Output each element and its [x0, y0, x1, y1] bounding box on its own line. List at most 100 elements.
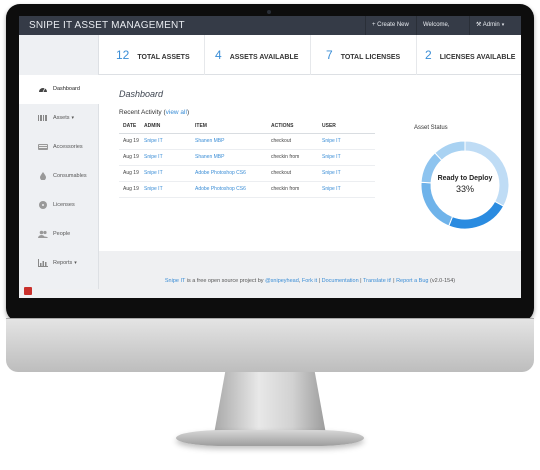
- create-new-label: + Create New: [372, 22, 409, 28]
- column-header-user[interactable]: USER: [322, 119, 375, 134]
- table-header-row: DATE ADMIN ITEM ACTIONS USER: [119, 119, 375, 134]
- keyboard-icon: [38, 144, 48, 150]
- sidebar-item-assets[interactable]: Assets ▾: [19, 104, 99, 133]
- cell-date: Aug 19: [119, 133, 144, 150]
- monitor-mockup: SNIPE IT ASSET MANAGEMENT + Create New▾ …: [0, 0, 540, 470]
- donut-center-label: Ready to Deploy 33%: [419, 175, 511, 194]
- stat-label: TOTAL ASSETS: [137, 54, 190, 61]
- footer-fork-link[interactable]: Fork it: [302, 278, 317, 284]
- sidebar-item-label: Assets ▾: [53, 115, 74, 121]
- cell-admin-link[interactable]: Snipe IT: [144, 165, 195, 182]
- cell-user-link[interactable]: Snipe IT: [322, 133, 375, 150]
- stat-label: LICENSES AVAILABLE: [439, 54, 516, 61]
- sidebar-item-label: People: [53, 231, 71, 237]
- table-row: Aug 19 Snipe IT Shanen MBP checkin from …: [119, 149, 375, 166]
- sidebar-item-label: Dashboard: [53, 86, 80, 92]
- donut-slice-5[interactable]: [434, 140, 466, 161]
- sidebar-item-text: Assets: [53, 115, 70, 121]
- chevron-down-icon: ▾: [71, 115, 75, 121]
- column-header-admin[interactable]: ADMIN: [144, 119, 195, 134]
- cell-admin-link[interactable]: Snipe IT: [144, 181, 195, 198]
- monitor-chin: [6, 318, 534, 372]
- sidebar-item-accessories[interactable]: Accessories: [19, 133, 99, 162]
- monitor-stand-foot: [176, 430, 364, 446]
- footer-translate-link[interactable]: Translate it!: [363, 278, 392, 284]
- barcode-icon: [38, 115, 47, 121]
- stat-assets-available[interactable]: 4 ASSETS AVAILABLE: [204, 35, 310, 75]
- create-new-button[interactable]: + Create New▾: [365, 16, 416, 47]
- admin-label: Admin: [482, 22, 500, 28]
- cell-user-link[interactable]: Snipe IT: [322, 181, 375, 198]
- donut-slice-2[interactable]: [448, 200, 505, 230]
- stat-value: 7: [326, 48, 333, 62]
- cell-action: checkin from: [271, 181, 322, 198]
- sidebar-item-dashboard[interactable]: Dashboard: [19, 75, 99, 104]
- asset-status-title: Asset Status: [414, 125, 448, 131]
- app-brand[interactable]: SNIPE IT ASSET MANAGEMENT: [29, 20, 185, 31]
- chevron-down-icon: ▾: [501, 22, 505, 28]
- footer-docs-link[interactable]: Documentation: [322, 278, 359, 284]
- view-all-link[interactable]: view all: [166, 109, 187, 116]
- sidebar-item-text: Reports: [53, 260, 73, 266]
- cell-user-link[interactable]: Snipe IT: [322, 165, 375, 182]
- sidebar-item-label: Accessories: [53, 144, 83, 150]
- cell-date: Aug 19: [119, 165, 144, 182]
- sidebar-item-label: Reports ▾: [53, 260, 77, 266]
- footer-author-link[interactable]: @snipeyhead: [265, 278, 299, 284]
- cell-item-link[interactable]: Shanen MBP: [195, 133, 271, 150]
- wrench-icon: ⚒: [476, 22, 482, 28]
- donut-slice-1[interactable]: [464, 140, 510, 207]
- footer-version: (v2.0-154): [430, 278, 456, 284]
- footer-report-bug-link[interactable]: Report a Bug: [396, 278, 428, 284]
- recent-activity-heading: Recent Activity (view all): [119, 109, 190, 116]
- sidebar-item-label: Consumables: [53, 173, 87, 179]
- cell-admin-link[interactable]: Snipe IT: [144, 133, 195, 150]
- sidebar-top-spacer: [19, 35, 99, 75]
- camera-icon: [267, 10, 271, 14]
- cell-item-link[interactable]: Shanen MBP: [195, 149, 271, 166]
- cell-admin-link[interactable]: Snipe IT: [144, 149, 195, 166]
- snipe-logo-icon: [24, 287, 32, 295]
- stat-value: 2: [425, 48, 432, 62]
- table-row: Aug 19 Snipe IT Shanen MBP checkout Snip…: [119, 133, 375, 150]
- stat-label: ASSETS AVAILABLE: [229, 54, 299, 61]
- page-title: Dashboard: [119, 89, 164, 99]
- drop-icon: [40, 172, 46, 180]
- welcome-menu[interactable]: Welcome, Snipe▾: [416, 16, 469, 47]
- stat-licenses-available[interactable]: 2 LICENSES AVAILABLE: [416, 35, 521, 75]
- recent-activity-label: Recent Activity: [119, 109, 162, 116]
- screen: SNIPE IT ASSET MANAGEMENT + Create New▾ …: [19, 16, 521, 298]
- sidebar: Dashboard Assets ▾ Accessories Consumable…: [19, 75, 99, 289]
- column-header-actions[interactable]: ACTIONS: [271, 119, 322, 134]
- cell-item-link[interactable]: Adobe Photoshop CS6: [195, 181, 271, 198]
- sidebar-item-licenses[interactable]: Licenses: [19, 191, 99, 220]
- cell-date: Aug 19: [119, 149, 144, 166]
- disc-icon: [39, 201, 47, 209]
- cell-item-link[interactable]: Adobe Photoshop CS6: [195, 165, 271, 182]
- cell-action: checkout: [271, 165, 322, 182]
- chart-icon: [38, 259, 48, 267]
- table-row: Aug 19 Snipe IT Adobe Photoshop CS6 chec…: [119, 165, 375, 182]
- column-header-date[interactable]: DATE: [119, 119, 144, 134]
- sidebar-item-people[interactable]: People: [19, 220, 99, 249]
- stat-total-assets[interactable]: 12 TOTAL ASSETS: [99, 35, 204, 75]
- footer-brand-link[interactable]: Snipe IT: [165, 278, 185, 284]
- stat-value: 12: [116, 48, 130, 62]
- table-row: Aug 19 Snipe IT Adobe Photoshop CS6 chec…: [119, 181, 375, 198]
- stat-total-licenses[interactable]: 7 TOTAL LICENSES: [310, 35, 416, 75]
- stat-value: 4: [215, 48, 222, 62]
- admin-menu[interactable]: ⚒ Admin ▾: [469, 16, 521, 35]
- cell-date: Aug 19: [119, 181, 144, 198]
- sidebar-item-reports[interactable]: Reports ▾: [19, 249, 99, 278]
- sidebar-item-label: Licenses: [53, 202, 75, 208]
- footer: Snipe IT is a free open source project b…: [164, 278, 456, 284]
- stats-bar: 12 TOTAL ASSETS 4 ASSETS AVAILABLE 7 TOTAL …: [99, 35, 521, 75]
- top-navbar: SNIPE IT ASSET MANAGEMENT + Create New▾ …: [19, 16, 521, 47]
- donut-label-text: Ready to Deploy: [437, 175, 493, 182]
- cell-user-link[interactable]: Snipe IT: [322, 149, 375, 166]
- footer-text: is a free open source project by: [185, 278, 266, 284]
- cell-action: checkin from: [271, 149, 322, 166]
- sidebar-item-consumables[interactable]: Consumables: [19, 162, 99, 191]
- column-header-item[interactable]: ITEM: [195, 119, 271, 134]
- dashboard-main: Dashboard Recent Activity (view all) DAT…: [99, 75, 521, 251]
